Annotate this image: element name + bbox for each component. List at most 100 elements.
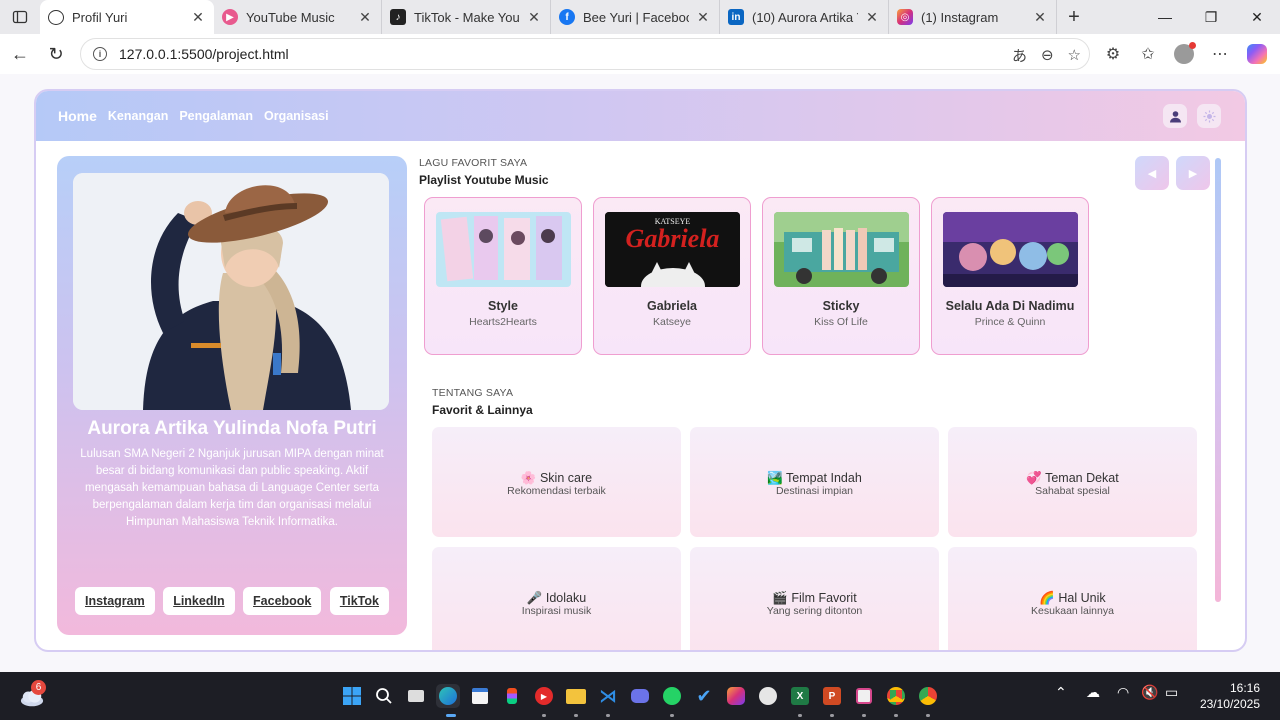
figma-icon[interactable]: [500, 684, 524, 708]
more-menu-icon[interactable]: ⋯: [1206, 40, 1234, 68]
tab-linkedin[interactable]: in (10) Aurora Artika Yu ✕: [720, 0, 889, 34]
youtube-music-icon: ▶: [222, 9, 238, 25]
favorite-subtitle: Kesukaan lainnya: [1031, 605, 1114, 617]
favorite-subtitle: Destinasi impian: [775, 485, 854, 497]
wifi-icon[interactable]: ◠: [1117, 684, 1129, 701]
site-info-icon[interactable]: i: [93, 47, 107, 61]
todo-icon[interactable]: ✔: [692, 684, 716, 708]
onedrive-icon[interactable]: ☁: [1086, 684, 1100, 701]
playlist-scrollbar-thumb[interactable]: [1215, 158, 1221, 602]
song-card[interactable]: Style Hearts2Hearts: [424, 197, 582, 355]
nav-kenangan[interactable]: Kenangan: [108, 109, 168, 123]
battery-icon[interactable]: ▭: [1165, 684, 1178, 701]
powerpoint-icon[interactable]: P: [820, 684, 844, 708]
tab-tiktok[interactable]: ♪ TikTok - Make Your D ✕: [382, 0, 551, 34]
profile-avatar-icon[interactable]: [1170, 40, 1198, 68]
back-icon[interactable]: ←: [2, 36, 38, 72]
profile-photo: [73, 173, 389, 410]
file-explorer-icon[interactable]: [564, 684, 588, 708]
song-card[interactable]: Sticky Kiss Of Life: [762, 197, 920, 355]
playlist-label: LAGU FAVORIT SAYA: [419, 157, 528, 169]
restore-icon[interactable]: ❐: [1188, 0, 1234, 34]
close-tab-icon[interactable]: ✕: [357, 9, 373, 26]
windows-start-icon[interactable]: [340, 684, 364, 708]
chrome-icon[interactable]: [884, 684, 908, 708]
copilot-icon[interactable]: [1243, 40, 1271, 68]
nav-home[interactable]: Home: [58, 108, 97, 124]
task-view-icon[interactable]: [404, 684, 428, 708]
favorite-subtitle: Sahabat spesial: [1035, 485, 1110, 497]
calendar-app-icon[interactable]: [468, 684, 492, 708]
show-hidden-icons-icon[interactable]: ⌃: [1055, 684, 1067, 701]
prev-arrow-button[interactable]: ◀: [1135, 156, 1169, 190]
close-tab-icon[interactable]: ✕: [864, 9, 880, 26]
user-icon[interactable]: [1163, 104, 1187, 128]
favorite-tile-teman-dekat[interactable]: 💞 Teman Dekat Sahabat spesial: [948, 427, 1197, 537]
linkedin-link[interactable]: LinkedIn: [163, 587, 235, 615]
discord-icon[interactable]: [628, 684, 652, 708]
tab-facebook[interactable]: f Bee Yuri | Facebook ✕: [551, 0, 720, 34]
favorite-star-icon[interactable]: ☆: [1068, 46, 1081, 64]
whatsapp-web-icon[interactable]: [756, 684, 780, 708]
edge-browser-icon[interactable]: [436, 684, 460, 708]
profile-name: Aurora Artika Yulinda Nofa Putri: [87, 418, 377, 439]
vscode-icon[interactable]: ⋊: [596, 684, 620, 708]
playlist-title: Playlist Youtube Music: [419, 173, 549, 187]
tiktok-link[interactable]: TikTok: [329, 587, 389, 615]
favorites-icon[interactable]: ✩: [1134, 40, 1162, 68]
tab-profil-yuri[interactable]: Profil Yuri ✕: [40, 0, 214, 34]
tab-title: (10) Aurora Artika Yu: [752, 9, 858, 25]
translate-icon[interactable]: あ: [1012, 45, 1027, 66]
search-icon[interactable]: [372, 684, 396, 708]
app-indicator: [670, 714, 674, 717]
youtube-music-taskbar-icon[interactable]: ▶: [532, 684, 556, 708]
clock-time: 16:16: [1229, 681, 1260, 695]
extensions-icon[interactable]: ⚙: [1099, 40, 1127, 68]
close-tab-icon[interactable]: ✕: [695, 9, 711, 26]
song-card[interactable]: Selalu Ada Di Nadimu Prince & Quinn: [931, 197, 1089, 355]
volume-muted-icon[interactable]: 🔇: [1141, 684, 1158, 701]
song-artist: Hearts2Hearts: [469, 316, 537, 328]
tab-instagram[interactable]: ◎ (1) Instagram ✕: [889, 0, 1057, 34]
favorite-tile-skincare[interactable]: 🌸 Skin care Rekomendasi terbaik: [432, 427, 681, 537]
system-clock[interactable]: 16:16 23/10/2025: [1200, 680, 1260, 712]
facebook-link[interactable]: Facebook: [243, 587, 322, 615]
favorite-title: Tempat Indah: [786, 471, 862, 485]
nav-organisasi[interactable]: Organisasi: [264, 109, 329, 123]
url-text: 127.0.0.1:5500/project.html: [119, 46, 289, 62]
excel-icon[interactable]: X: [788, 684, 812, 708]
whatsapp-icon[interactable]: [660, 684, 684, 708]
app-indicator: [798, 714, 802, 717]
nav-pengalaman[interactable]: Pengalaman: [179, 109, 253, 123]
favorite-tile-tempat-indah[interactable]: 🏞️ Tempat Indah Destinasi impian: [690, 427, 939, 537]
song-artist: Prince & Quinn: [974, 316, 1046, 328]
favorite-subtitle: Rekomendasi terbaik: [507, 485, 606, 497]
minimize-icon[interactable]: —: [1142, 0, 1188, 34]
favorite-title: Film Favorit: [791, 591, 857, 605]
snipping-tool-icon[interactable]: [852, 684, 876, 708]
zoom-out-icon[interactable]: ⊖: [1041, 46, 1054, 64]
tab-youtube-music[interactable]: ▶ YouTube Music ✕: [214, 0, 382, 34]
instagram-taskbar-icon[interactable]: [724, 684, 748, 708]
song-title: Sticky: [822, 299, 860, 313]
new-tab-button[interactable]: +: [1057, 0, 1091, 34]
close-tab-icon[interactable]: ✕: [526, 9, 542, 26]
tab-actions-icon[interactable]: [0, 0, 40, 34]
next-arrow-button[interactable]: ▶: [1176, 156, 1210, 190]
clapperboard-icon: 🎬: [772, 591, 788, 605]
profile-card: Aurora Artika Yulinda Nofa Putri Lulusan…: [57, 156, 407, 635]
favorite-subtitle: Yang sering ditonton: [766, 605, 863, 617]
close-window-icon[interactable]: ✕: [1234, 0, 1280, 34]
theme-toggle-icon[interactable]: [1197, 104, 1221, 128]
instagram-link[interactable]: Instagram: [75, 587, 155, 615]
url-field[interactable]: i 127.0.0.1:5500/project.html あ ⊖ ☆: [80, 38, 1090, 70]
active-app-indicator: [446, 714, 456, 717]
favorite-tile-idolaku[interactable]: 🎤 Idolaku Inspirasi musik: [432, 547, 681, 650]
close-tab-icon[interactable]: ✕: [1032, 9, 1048, 26]
chrome-profile-icon[interactable]: [916, 684, 940, 708]
song-card[interactable]: KATSEYE Gabriela Gabriela Katseye: [593, 197, 751, 355]
favorite-tile-hal-unik[interactable]: 🌈 Hal Unik Kesukaan lainnya: [948, 547, 1197, 650]
refresh-icon[interactable]: ↻: [38, 36, 74, 72]
favorite-tile-film[interactable]: 🎬 Film Favorit Yang sering ditonton: [690, 547, 939, 650]
close-tab-icon[interactable]: ✕: [190, 9, 206, 26]
